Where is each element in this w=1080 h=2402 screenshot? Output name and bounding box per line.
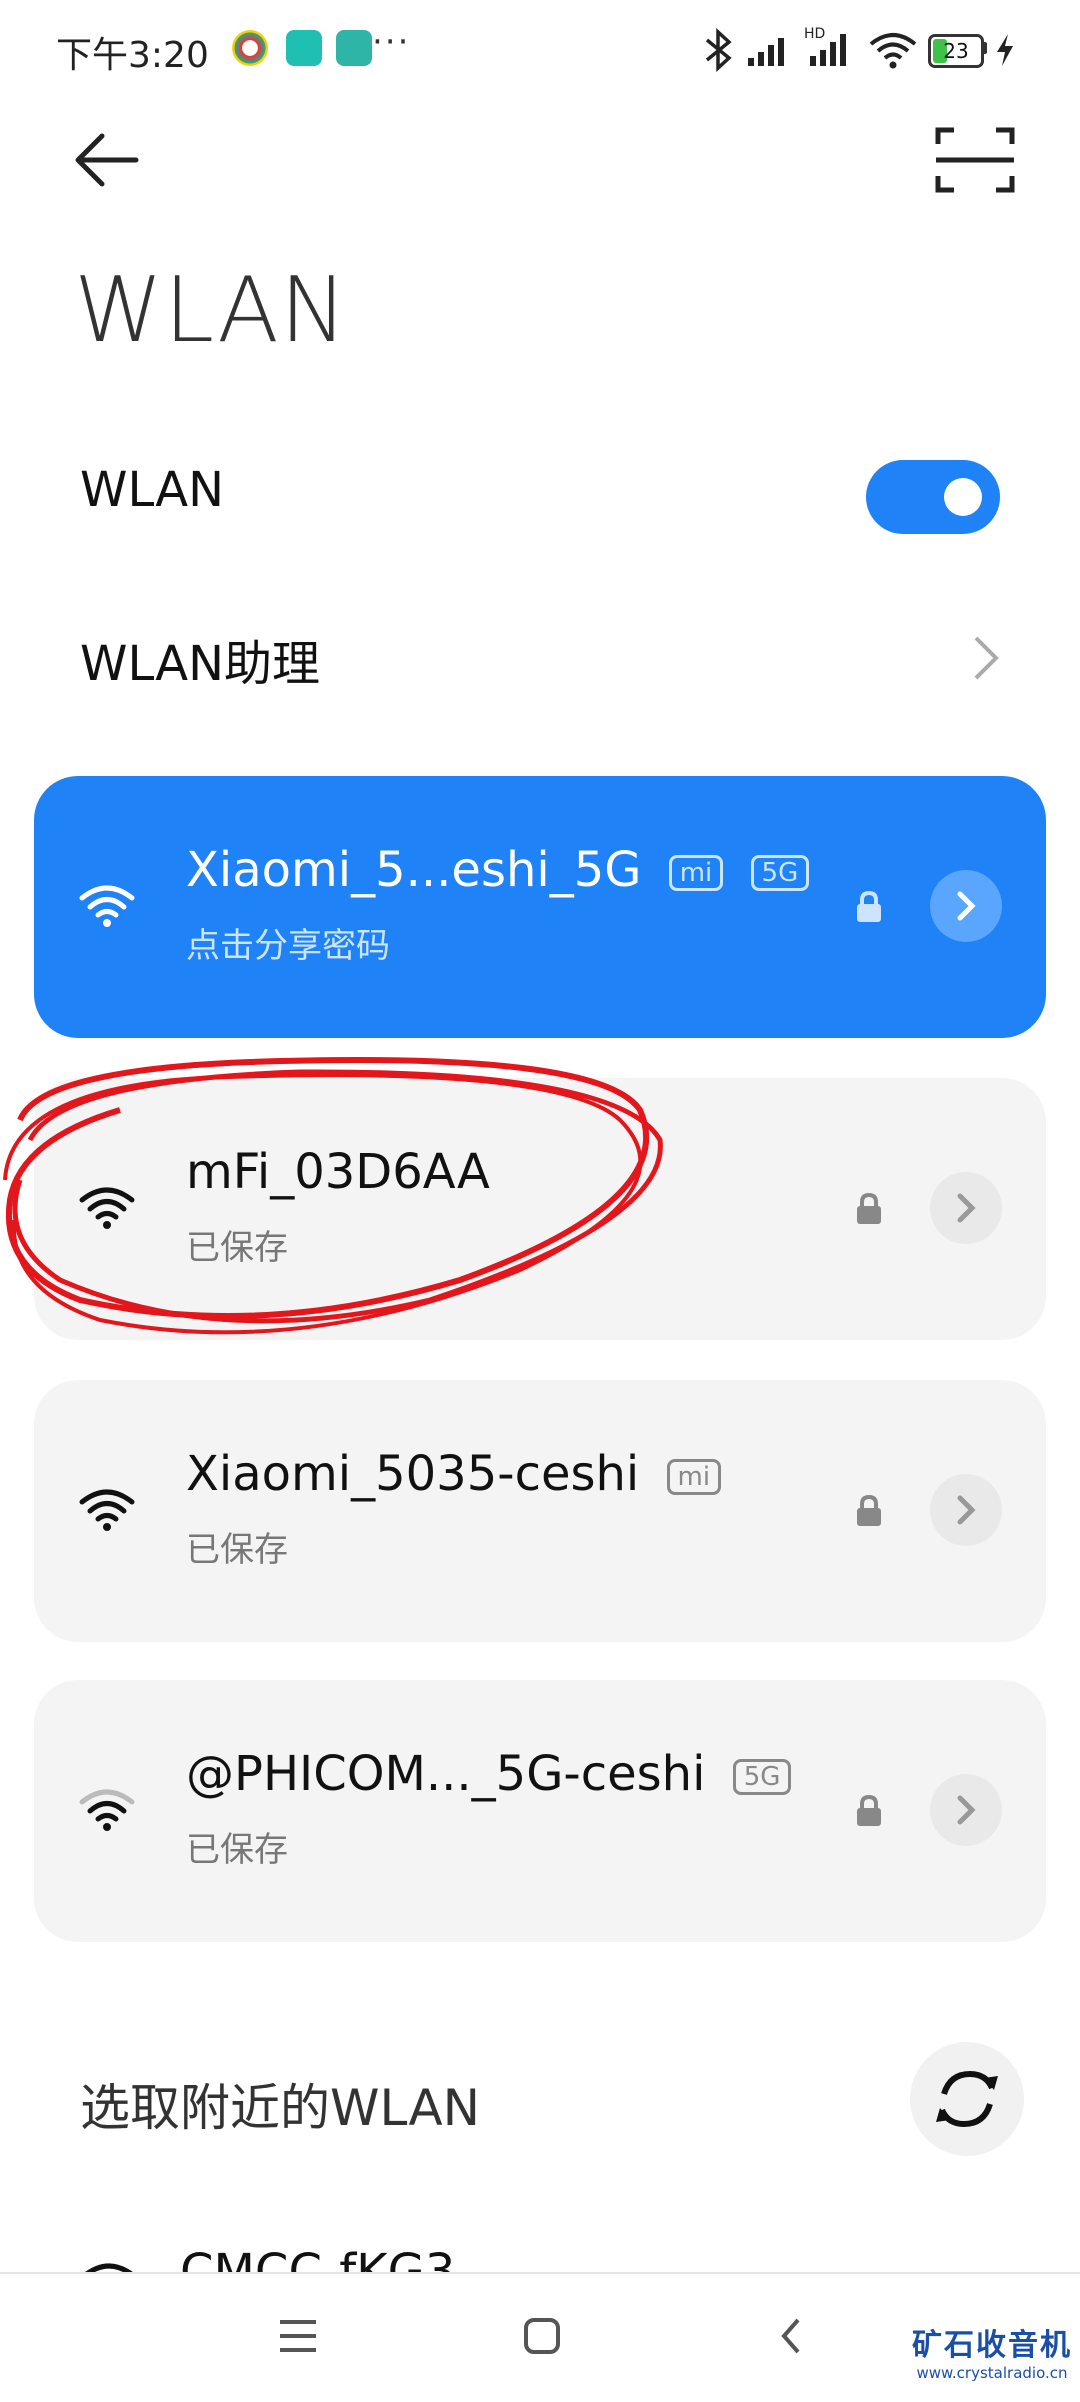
back-arrow-icon[interactable] — [70, 120, 150, 200]
toggle-knob — [944, 478, 982, 516]
wlan-toggle[interactable] — [866, 460, 1000, 534]
5g-badge: 5G — [750, 855, 810, 891]
watermark-url: www.crystalradio.cn — [916, 2364, 1068, 2382]
battery-level: 23 — [943, 39, 969, 63]
battery-tip — [982, 42, 987, 54]
network-details-button[interactable] — [930, 870, 1002, 942]
app-notification-icon — [232, 30, 268, 66]
page-title: WLAN — [74, 258, 349, 363]
mi-badge: mi — [668, 855, 724, 891]
5g-badge: 5G — [732, 1759, 792, 1795]
menu-icon[interactable] — [276, 2314, 320, 2358]
network-details-button[interactable] — [930, 1172, 1002, 1244]
wifi-signal-icon — [79, 1187, 135, 1229]
network-card-connected[interactable]: Xiaomi_5...eshi_5G mi 5G 点击分享密码 — [34, 776, 1046, 1038]
more-notifications-icon: ··· — [372, 22, 411, 62]
scan-icon[interactable] — [930, 120, 1020, 200]
network-name: @PHICOM..._5G-ceshi 5G — [186, 1746, 792, 1802]
wifi-icon — [869, 33, 917, 69]
network-name-text: @PHICOM..._5G-ceshi — [186, 1746, 706, 1802]
wifi-signal-icon — [79, 1489, 135, 1531]
home-icon[interactable] — [520, 2314, 564, 2358]
chevron-right-icon — [957, 1495, 976, 1525]
chevron-right-icon — [957, 1193, 976, 1223]
bluetooth-icon — [705, 28, 732, 72]
network-subtitle: 已保存 — [186, 1228, 288, 1268]
refresh-icon — [936, 2070, 998, 2128]
battery-icon: 23 — [928, 34, 984, 68]
nearby-networks-label: 选取附近的WLAN — [80, 2079, 481, 2137]
network-details-button[interactable] — [930, 1474, 1002, 1546]
lock-icon — [857, 1494, 881, 1526]
network-name-text: Xiaomi_5...eshi_5G — [186, 842, 642, 898]
back-icon[interactable] — [770, 2314, 814, 2358]
lock-icon — [857, 1794, 881, 1826]
wlan-toggle-label: WLAN — [80, 462, 225, 518]
network-subtitle: 点击分享密码 — [186, 926, 390, 966]
watermark-title: 矿石收音机 — [912, 2328, 1072, 2363]
status-time: 下午3:20 — [56, 35, 209, 76]
network-card[interactable]: Xiaomi_5035-ceshi mi 已保存 — [34, 1380, 1046, 1642]
lock-icon — [857, 1192, 881, 1224]
hd-signal-icon: HD — [804, 26, 846, 66]
network-name-text: Xiaomi_5035-ceshi — [186, 1446, 640, 1502]
network-card[interactable]: @PHICOM..._5G-ceshi 5G 已保存 — [34, 1680, 1046, 1942]
chevron-right-icon — [957, 1795, 976, 1825]
app-notification-icon — [286, 30, 322, 66]
lock-icon — [857, 890, 881, 922]
network-subtitle: 已保存 — [186, 1530, 288, 1570]
network-name: mFi_03D6AA — [186, 1144, 490, 1200]
app-notification-icon — [336, 30, 372, 66]
network-subtitle: 已保存 — [186, 1830, 288, 1870]
network-card[interactable]: mFi_03D6AA 已保存 — [34, 1078, 1046, 1340]
wifi-signal-icon — [79, 1789, 135, 1831]
watermark: 矿石收音机 www.crystalradio.cn — [912, 2320, 1072, 2382]
mi-badge: mi — [666, 1459, 722, 1495]
charging-icon — [997, 34, 1013, 66]
network-name: Xiaomi_5035-ceshi mi — [186, 1446, 722, 1502]
signal-icon — [748, 38, 784, 66]
wlan-assistant-row[interactable]: WLAN助理 — [80, 624, 1040, 704]
network-details-button[interactable] — [930, 1774, 1002, 1846]
status-bar: 下午3:20 ··· HD 23 — [0, 0, 1080, 100]
chevron-right-icon — [957, 891, 976, 921]
wifi-signal-icon — [79, 885, 135, 927]
refresh-button[interactable] — [910, 2042, 1024, 2156]
network-name: Xiaomi_5...eshi_5G mi 5G — [186, 842, 810, 898]
wlan-assistant-label: WLAN助理 — [80, 636, 321, 692]
svg-text:HD: HD — [804, 26, 825, 42]
chevron-right-icon — [974, 636, 999, 680]
